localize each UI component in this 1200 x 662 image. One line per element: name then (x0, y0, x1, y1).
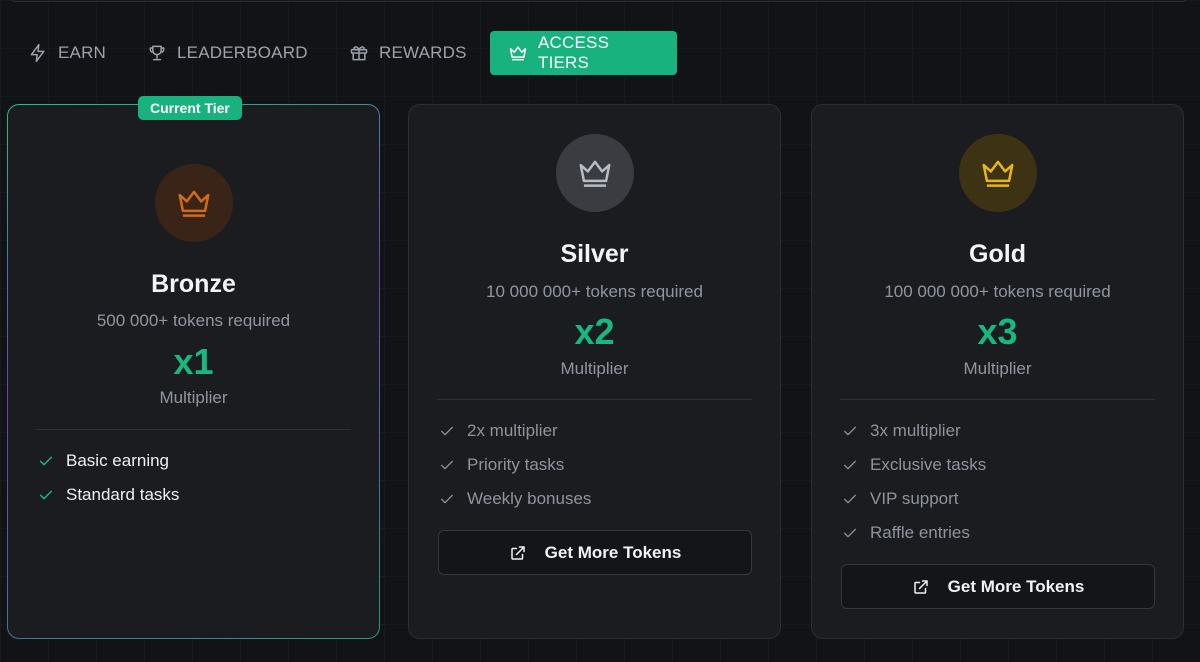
list-item: VIP support (842, 482, 986, 516)
tier-card-bronze: Current Tier Bronze 500 000+ tokens requ… (7, 96, 380, 639)
list-item: Standard tasks (38, 478, 179, 512)
tab-earn[interactable]: EARN (22, 31, 147, 75)
crown-icon (981, 160, 1014, 187)
external-link-icon (913, 579, 928, 594)
tier-requirement: 100 000 000+ tokens required (884, 282, 1111, 301)
feature-list: 2x multiplier Priority tasks Weekly bonu… (439, 414, 591, 516)
divider (840, 399, 1155, 400)
crown-icon (578, 160, 611, 187)
tier-name: Bronze (151, 270, 236, 298)
feature-text: Exclusive tasks (870, 455, 987, 474)
multiplier-label: Multiplier (963, 359, 1032, 378)
tier-card-gold: Gold 100 000 000+ tokens required x3 Mul… (811, 104, 1184, 639)
feature-list: 3x multiplier Exclusive tasks VIP suppor… (842, 414, 986, 550)
tab-rewards[interactable]: REWARDS (347, 31, 489, 75)
bronze-crown-avatar (154, 164, 233, 242)
crown-icon (177, 190, 210, 217)
tab-access-tiers[interactable]: ACCESS TIERS (490, 31, 677, 75)
check-icon (439, 423, 455, 439)
tab-rewards-label: REWARDS (379, 43, 467, 62)
check-icon (38, 453, 54, 469)
check-icon (842, 491, 858, 507)
tier-card-silver: Silver 10 000 000+ tokens required x2 Mu… (408, 104, 781, 639)
multiplier-label: Multiplier (560, 359, 629, 378)
silver-crown-avatar (555, 134, 634, 212)
tier-requirement: 500 000+ tokens required (96, 311, 291, 330)
list-item: 3x multiplier (842, 414, 986, 448)
list-item: 2x multiplier (439, 414, 591, 448)
current-tier-badge: Current Tier (138, 96, 242, 120)
check-icon (439, 491, 455, 507)
feature-list: Basic earning Standard tasks (38, 444, 179, 512)
tier-multiplier: x2 (574, 311, 615, 352)
gold-crown-avatar (958, 134, 1037, 212)
tab-access-tiers-label: ACCESS TIERS (538, 33, 610, 72)
top-panel-edge (10, 0, 1188, 2)
divider (437, 399, 752, 400)
check-icon (842, 457, 858, 473)
crown-icon (508, 43, 528, 63)
tab-leaderboard-label: LEADERBOARD (177, 43, 308, 62)
feature-text: Standard tasks (66, 485, 180, 504)
divider (36, 429, 351, 430)
button-label: Get More Tokens (544, 542, 682, 562)
get-more-tokens-button[interactable]: Get More Tokens (841, 564, 1155, 609)
check-icon (842, 423, 858, 439)
feature-text: 2x multiplier (467, 421, 558, 440)
tab-earn-label: EARN (58, 43, 107, 62)
list-item: Priority tasks (439, 448, 591, 482)
button-label: Get More Tokens (947, 576, 1085, 596)
lightning-icon (28, 43, 48, 63)
trophy-icon (147, 43, 167, 63)
tier-name: Silver (560, 240, 629, 268)
tab-leaderboard[interactable]: LEADERBOARD (147, 31, 347, 75)
check-icon (439, 457, 455, 473)
list-item: Raffle entries (842, 516, 986, 550)
list-item: Weekly bonuses (439, 482, 591, 516)
feature-text: VIP support (870, 489, 959, 508)
feature-text: Priority tasks (467, 455, 565, 474)
gift-icon (349, 43, 369, 63)
check-icon (38, 487, 54, 503)
feature-text: Weekly bonuses (467, 489, 592, 508)
list-item: Exclusive tasks (842, 448, 986, 482)
feature-text: Raffle entries (870, 523, 970, 542)
tier-requirement: 10 000 000+ tokens required (486, 282, 703, 301)
tier-multiplier: x3 (977, 311, 1018, 352)
get-more-tokens-button[interactable]: Get More Tokens (438, 530, 752, 575)
list-item: Basic earning (38, 444, 179, 478)
external-link-icon (510, 545, 525, 560)
feature-text: 3x multiplier (870, 421, 961, 440)
check-icon (842, 525, 858, 541)
multiplier-label: Multiplier (159, 388, 228, 407)
tier-multiplier: x1 (173, 341, 214, 382)
tab-bar: EARN LEADERBOARD REWARDS ACCESS TIERS (22, 31, 677, 75)
feature-text: Basic earning (66, 451, 170, 470)
tier-name: Gold (969, 240, 1026, 268)
